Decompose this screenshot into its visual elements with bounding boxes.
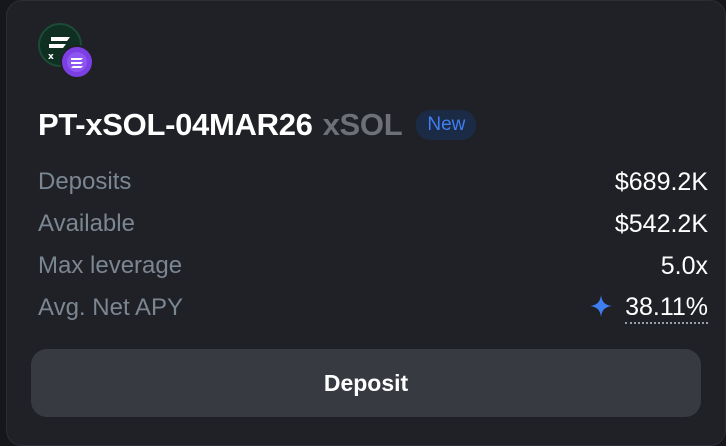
- underlying-symbol: xSOL: [322, 107, 403, 142]
- new-badge: New: [416, 110, 477, 140]
- token-icon-group: x: [38, 23, 94, 79]
- apy-value-tooltip[interactable]: 38.11%: [625, 293, 708, 324]
- stat-row-max-leverage: Max leverage 5.0x: [38, 245, 708, 287]
- deposit-button[interactable]: Deposit: [31, 349, 701, 417]
- apy-wrap: 38.11%: [589, 293, 708, 324]
- stat-label: Available: [38, 210, 135, 237]
- stat-label: Max leverage: [38, 252, 183, 279]
- stat-label: Deposits: [38, 168, 132, 195]
- sparkle-icon: [589, 294, 613, 323]
- stat-label: Avg. Net APY: [38, 294, 183, 321]
- market-title: PT-xSOL-04MAR26: [38, 107, 313, 142]
- stake-token-icon: [60, 45, 94, 79]
- market-title-row: PT-xSOL-04MAR26 xSOL New: [38, 105, 477, 145]
- stat-value: $689.2K: [614, 167, 708, 196]
- stat-row-available: Available $542.2K: [38, 203, 708, 245]
- market-stats: Deposits $689.2K Available $542.2K Max l…: [38, 161, 708, 329]
- svg-text:x: x: [48, 52, 54, 62]
- stat-row-net-apy: Avg. Net APY 38.11%: [38, 287, 708, 329]
- market-card: x PT-xSOL-04MAR26 xSOL New Deposits $689…: [6, 0, 726, 446]
- stat-value: $542.2K: [614, 209, 708, 238]
- stat-value: 5.0x: [660, 251, 708, 280]
- stat-row-deposits: Deposits $689.2K: [38, 161, 708, 203]
